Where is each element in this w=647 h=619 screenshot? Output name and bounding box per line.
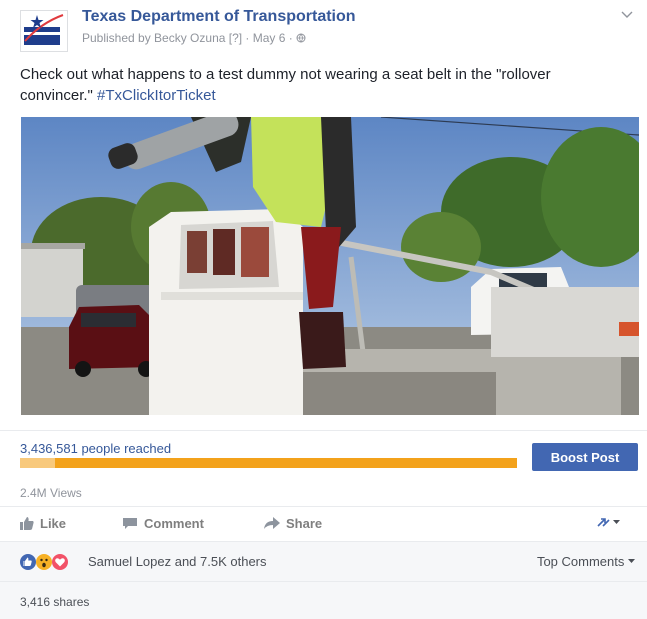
video-frame-image	[21, 117, 639, 415]
boost-post-button[interactable]: Boost Post	[532, 443, 638, 471]
page-name-link[interactable]: Texas Department of Transportation	[82, 8, 356, 26]
like-button[interactable]: Like	[20, 516, 66, 531]
thumbs-up-icon	[20, 517, 34, 530]
top-comments-dropdown[interactable]: Top Comments	[537, 554, 635, 569]
chevron-down-icon	[621, 11, 633, 18]
post-message: Check out what happens to a test dummy n…	[20, 64, 620, 106]
post-meta: Published by Becky Ozuna [?] · May 6 ·	[82, 31, 306, 45]
wow-reaction-icon[interactable]	[36, 554, 52, 570]
comment-button[interactable]: Comment	[122, 516, 204, 531]
like-label: Like	[40, 516, 67, 531]
reach-count-link[interactable]: 3,436,581 people reached	[20, 441, 171, 456]
share-button[interactable]: Share	[264, 516, 322, 531]
love-reaction-icon[interactable]	[52, 554, 68, 570]
post-action-bar: Like Comment Share	[0, 506, 647, 541]
heart-icon	[55, 558, 65, 567]
shares-section: 3,416 shares	[0, 581, 647, 619]
share-label: Share	[286, 516, 323, 531]
reaction-thumbs-up-icon	[23, 557, 32, 566]
video-player[interactable]	[21, 117, 639, 415]
reaction-names-link[interactable]: Samuel Lopez and 7.5K others	[88, 554, 267, 569]
reactions-summary: Samuel Lopez and 7.5K others Top Comment…	[0, 541, 647, 582]
like-reaction-icon[interactable]	[20, 554, 36, 570]
comment-label: Comment	[144, 516, 204, 531]
page-avatar[interactable]	[20, 10, 68, 52]
caret-down-icon	[628, 559, 635, 563]
wow-face-icon	[40, 558, 48, 568]
share-audience-selector[interactable]	[597, 516, 621, 528]
audience-dropdown-icon	[597, 518, 620, 527]
comment-bubble-icon	[123, 518, 137, 529]
share-arrow-icon	[264, 517, 280, 529]
facebook-post-card: Texas Department of Transportation Publi…	[0, 0, 647, 619]
globe-icon	[296, 33, 306, 43]
txdot-logo-icon	[24, 14, 64, 45]
post-meta-text: Published by Becky Ozuna [?] · May 6 ·	[82, 31, 297, 45]
post-options-button[interactable]	[621, 8, 633, 22]
reach-section: 3,436,581 people reached Boost Post	[0, 430, 647, 479]
hashtag-link[interactable]: #TxClickItorTicket	[97, 87, 216, 104]
reach-organic-fill	[20, 458, 55, 468]
reach-progress-bar	[20, 458, 517, 468]
shares-count-link[interactable]: 3,416 shares	[20, 595, 89, 609]
top-comments-label: Top Comments	[536, 554, 625, 569]
view-count: 2.4M Views	[20, 486, 82, 500]
